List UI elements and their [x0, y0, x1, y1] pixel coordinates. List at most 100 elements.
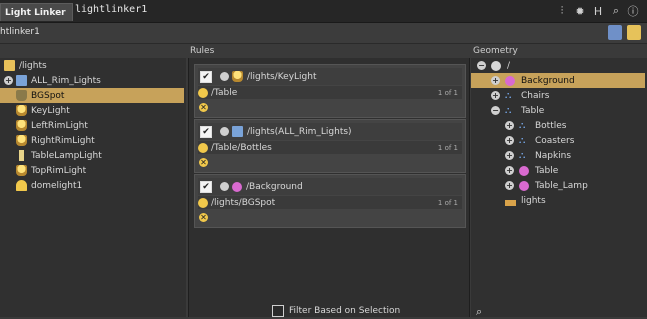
lamp-icon	[16, 165, 27, 176]
geo-item-coasters[interactable]: + ⛬ Coasters	[471, 133, 647, 148]
lamp-icon	[16, 120, 27, 131]
toggle-icon[interactable]	[220, 72, 229, 81]
tree-item-label: Table_Lamp	[535, 180, 588, 191]
search-icon[interactable]: ⌕	[609, 4, 623, 18]
rule-light-label: /lights/KeyLight	[247, 71, 317, 82]
geo-item-napkins[interactable]: + ⛬ Napkins	[471, 148, 647, 163]
network-icon: ⛬	[519, 135, 526, 146]
tube-light-icon	[19, 150, 24, 161]
rule-enable-checkbox[interactable]: ✔	[200, 70, 212, 83]
rule-header: ✔ /Background	[198, 178, 462, 195]
geometry-tree-pane[interactable]: − / + Background + ⛬ Chairs − ⛬ Table + …	[471, 58, 647, 317]
exclude-icon[interactable]: ✕	[199, 103, 208, 112]
rule-card[interactable]: ✔ /Background /lights/BGSpot 1 of 1 ✕	[194, 174, 466, 228]
lights-tree-pane[interactable]: /lights + ALL_Rim_Lights BGSpot KeyLight…	[0, 58, 186, 317]
sphere-icon	[232, 181, 242, 192]
geo-item-root[interactable]: − /	[471, 58, 647, 73]
rules-title: Rules	[190, 46, 215, 56]
expand-icon[interactable]: +	[505, 121, 514, 130]
include-icon	[198, 197, 208, 208]
tree-item-leftrimlight[interactable]: LeftRimLight	[0, 118, 186, 133]
spotlight-icon	[16, 90, 27, 101]
tab-label: Light Linker	[5, 7, 66, 18]
sphere-icon	[505, 75, 515, 86]
root-icon	[491, 60, 501, 71]
rule-count: 1 of 1	[437, 143, 458, 152]
lamp-icon	[16, 105, 27, 116]
sphere-icon	[519, 165, 529, 176]
rule-object-row[interactable]: /lights/BGSpot 1 of 1	[198, 196, 462, 209]
info-icon[interactable]: ⓘ	[626, 4, 640, 18]
rule-enable-checkbox[interactable]: ✔	[200, 125, 212, 138]
geo-item-lights[interactable]: lights	[471, 193, 647, 208]
filter-selection-checkbox[interactable]: Filter Based on Selection	[272, 305, 400, 317]
geometry-title: Geometry	[473, 46, 518, 56]
folder-icon[interactable]	[627, 25, 641, 40]
tree-item-label: LeftRimLight	[31, 120, 88, 131]
geo-item-table[interactable]: − ⛬ Table	[471, 103, 647, 118]
tree-item-label: Bottles	[535, 120, 567, 131]
rule-object-row[interactable]: /Table 1 of 1	[198, 86, 462, 99]
rule-object-label: /Table	[211, 87, 238, 98]
checkbox-box[interactable]	[272, 305, 284, 317]
rule-card[interactable]: ✔ /lights/KeyLight /Table 1 of 1 ✕	[194, 64, 466, 118]
rule-light-label: /lights(ALL_Rim_Lights)	[247, 126, 352, 137]
tree-item-tablelamplight[interactable]: TableLampLight	[0, 148, 186, 163]
include-icon	[198, 142, 208, 153]
tree-item-label: domelight1	[31, 180, 83, 191]
rule-header: ✔ /lights/KeyLight	[198, 68, 462, 85]
tree-item-label: ALL_Rim_Lights	[31, 75, 101, 86]
pin-icon[interactable]	[608, 25, 622, 40]
tree-item-label: BGSpot	[31, 90, 65, 101]
expand-icon[interactable]: +	[491, 91, 500, 100]
network-icon: ⛬	[519, 120, 526, 131]
toggle-icon[interactable]	[220, 127, 229, 136]
tree-item-all-rim-lights[interactable]: + ALL_Rim_Lights	[0, 73, 186, 88]
rule-count: 1 of 1	[437, 198, 458, 207]
tree-item-label: Napkins	[535, 150, 572, 161]
tree-item-label: Chairs	[521, 90, 550, 101]
exclude-icon[interactable]: ✕	[199, 158, 208, 167]
tree-item-label: RightRimLight	[31, 135, 95, 146]
expand-icon[interactable]: +	[491, 76, 500, 85]
geo-item-background[interactable]: + Background	[471, 73, 645, 88]
tree-item-bgspot[interactable]: BGSpot	[0, 88, 184, 103]
rule-header: ✔ /lights(ALL_Rim_Lights)	[198, 123, 462, 140]
tree-item-label: /lights	[19, 60, 47, 71]
folder-icon	[232, 126, 243, 137]
filter-label: Filter Based on Selection	[289, 306, 401, 316]
help-icon[interactable]: H	[591, 4, 605, 18]
expand-icon[interactable]: +	[505, 166, 514, 175]
exclude-icon[interactable]: ✕	[199, 213, 208, 222]
toggle-icon[interactable]	[220, 182, 229, 191]
rule-card[interactable]: ✔ /lights(ALL_Rim_Lights) /Table/Bottles…	[194, 119, 466, 173]
expand-icon[interactable]: +	[505, 151, 514, 160]
path-label: htlinker1	[0, 27, 40, 37]
rule-object-label: /lights/BGSpot	[211, 197, 276, 208]
tree-item-domelight1[interactable]: domelight1	[0, 178, 186, 193]
collapse-icon[interactable]: −	[491, 106, 500, 115]
geo-item-bottles[interactable]: + ⛬ Bottles	[471, 118, 647, 133]
lamp-icon	[232, 71, 243, 82]
expand-icon[interactable]: +	[4, 76, 13, 85]
tree-item-rightrimlight[interactable]: RightRimLight	[0, 133, 186, 148]
tree-item-keylight[interactable]: KeyLight	[0, 103, 186, 118]
network-icon: ⛬	[505, 105, 512, 116]
geo-item-chairs[interactable]: + ⛬ Chairs	[471, 88, 647, 103]
tree-item-lights[interactable]: /lights	[0, 58, 186, 73]
geo-item-table-mesh[interactable]: + Table	[471, 163, 647, 178]
tree-item-label: Table	[535, 165, 559, 176]
collapse-icon[interactable]: −	[477, 61, 486, 70]
rule-enable-checkbox[interactable]: ✔	[200, 180, 212, 193]
expand-icon[interactable]: +	[505, 136, 514, 145]
tab-light-linker[interactable]: Light Linker	[0, 3, 73, 21]
geo-item-table-lamp[interactable]: + Table_Lamp	[471, 178, 647, 193]
sphere-icon	[519, 180, 529, 191]
sliders-icon[interactable]: ⫶	[555, 4, 569, 18]
expand-icon[interactable]: +	[505, 181, 514, 190]
tree-item-toprimlight[interactable]: TopRimLight	[0, 163, 186, 178]
rule-object-row[interactable]: /Table/Bottles 1 of 1	[198, 141, 462, 154]
tree-item-label: TableLampLight	[31, 150, 102, 161]
gear-icon[interactable]: ✹	[573, 4, 587, 18]
folder-icon	[4, 60, 15, 71]
